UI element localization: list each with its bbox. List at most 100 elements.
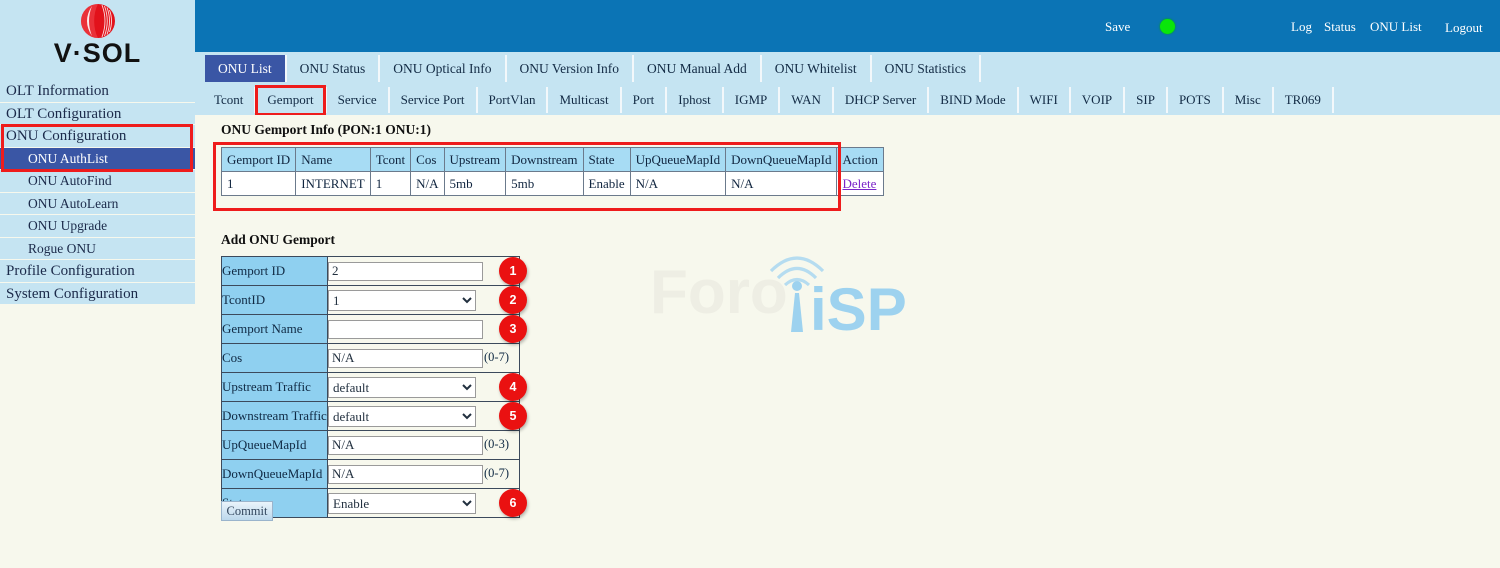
field-control-cell: default <box>328 402 520 431</box>
save-button[interactable]: Save <box>1105 19 1130 35</box>
sidebar-item-label: Profile Configuration <box>6 263 135 279</box>
field-control-cell: (0-7) <box>328 460 520 489</box>
sidebar-item-onu-authlist[interactable]: ONU AuthList <box>0 148 195 171</box>
header-link-log[interactable]: Log <box>1291 19 1312 35</box>
subtab-label: VOIP <box>1082 92 1112 108</box>
column-header: DownQueueMapId <box>726 148 837 172</box>
gemport-name-input[interactable] <box>328 320 483 339</box>
tab-onu-manual-add[interactable]: ONU Manual Add <box>634 55 762 82</box>
sidebar-item-olt-information[interactable]: OLT Information <box>0 80 195 103</box>
annotation-badge-3: 3 <box>499 315 527 343</box>
subtab-label: TR069 <box>1285 92 1321 108</box>
subtab-service-port[interactable]: Service Port <box>390 87 478 113</box>
commit-button[interactable]: Commit <box>221 501 273 521</box>
subtab-dhcp-server[interactable]: DHCP Server <box>834 87 929 113</box>
sidebar-item-label: Rogue ONU <box>28 241 96 256</box>
sidebar-item-label: ONU Upgrade <box>28 218 107 233</box>
upqueuemapid-input[interactable] <box>328 436 483 455</box>
subtab-iphost[interactable]: Iphost <box>667 87 724 113</box>
form-row: Cos (0-7) <box>222 344 520 373</box>
brand-logo-area: V·SOL <box>0 0 195 80</box>
subtab-portvlan[interactable]: PortVlan <box>478 87 549 113</box>
sidebar-item-onu-autolearn[interactable]: ONU AutoLearn <box>0 193 195 216</box>
subtab-misc[interactable]: Misc <box>1224 87 1274 113</box>
sidebar-item-label: OLT Information <box>6 83 109 99</box>
tab-onu-list[interactable]: ONU List <box>205 55 287 82</box>
subtab-gemport[interactable]: Gemport <box>256 87 326 113</box>
delete-link[interactable]: Delete <box>842 176 876 191</box>
tab-onu-version-info[interactable]: ONU Version Info <box>507 55 635 82</box>
subtab-igmp[interactable]: IGMP <box>724 87 781 113</box>
downstream-traffic-select[interactable]: default <box>328 406 476 427</box>
field-label: TcontID <box>222 286 328 315</box>
upstream-traffic-select[interactable]: default <box>328 377 476 398</box>
form-row: Gemport Name <box>222 315 520 344</box>
field-label: Downstream Traffic <box>222 402 328 431</box>
cell-name: INTERNET <box>296 172 371 196</box>
subtab-label: Misc <box>1235 92 1261 108</box>
annotation-badge-1: 1 <box>499 257 527 285</box>
sidebar-item-system-configuration[interactable]: System Configuration <box>0 283 195 306</box>
field-label: Gemport ID <box>222 257 328 286</box>
downqueuemapid-input[interactable] <box>328 465 483 484</box>
tab-onu-statistics[interactable]: ONU Statistics <box>872 55 981 82</box>
form-row: TcontID1 <box>222 286 520 315</box>
subtab-label: SIP <box>1136 92 1155 108</box>
tab-onu-status[interactable]: ONU Status <box>287 55 381 82</box>
field-control-cell: (0-7) <box>328 344 520 373</box>
subtab-label: PortVlan <box>489 92 536 108</box>
sidebar-item-label: ONU AutoLearn <box>28 196 118 211</box>
subtab-label: Service Port <box>401 92 465 108</box>
subtab-wifi[interactable]: WIFI <box>1019 87 1071 113</box>
column-header: Downstream <box>506 148 583 172</box>
subtab-sip[interactable]: SIP <box>1125 87 1168 113</box>
cell-action: Delete <box>837 172 883 196</box>
table-row: 1INTERNET1N/A5mb5mbEnableN/AN/ADelete <box>222 172 884 196</box>
subtab-multicast[interactable]: Multicast <box>548 87 621 113</box>
sidebar-item-onu-upgrade[interactable]: ONU Upgrade <box>0 215 195 238</box>
state-select[interactable]: EnableDisable <box>328 493 476 514</box>
sidebar-item-rogue-onu[interactable]: Rogue ONU <box>0 238 195 261</box>
annotation-badge-6: 6 <box>499 489 527 517</box>
header-link-onu-list[interactable]: ONU List <box>1370 19 1422 35</box>
column-header: Action <box>837 148 883 172</box>
sidebar-item-profile-configuration[interactable]: Profile Configuration <box>0 260 195 283</box>
annotation-badge-2: 2 <box>499 286 527 314</box>
subtab-bind-mode[interactable]: BIND Mode <box>929 87 1018 113</box>
secondary-tab-bar: TcontGemportService Service Port PortVlan M… <box>195 85 1500 115</box>
subtab-voip[interactable]: VOIP <box>1071 87 1125 113</box>
header-link-status[interactable]: Status <box>1324 19 1356 35</box>
subtab-pots[interactable]: POTS <box>1168 87 1224 113</box>
sidebar-item-onu-configuration[interactable]: ONU Configuration <box>0 125 195 148</box>
field-label: UpQueueMapId <box>222 431 328 460</box>
sidebar-item-onu-autofind[interactable]: ONU AutoFind <box>0 170 195 193</box>
foroisp-watermark: Foro iSP <box>650 235 920 335</box>
subtab-wan[interactable]: WAN <box>780 87 834 113</box>
vsol-ball-logo-icon <box>75 2 121 40</box>
tcontid-select[interactable]: 1 <box>328 290 476 311</box>
gemport-info-table: Gemport IDNameTcontCosUpstreamDownstream… <box>221 147 884 196</box>
field-label: Cos <box>222 344 328 373</box>
cell-down-queue-map-id: N/A <box>726 172 837 196</box>
cos-input[interactable] <box>328 349 483 368</box>
watermark-text-gray: Foro <box>650 258 788 327</box>
cell-cos: N/A <box>411 172 444 196</box>
subtab-service[interactable]: Service <box>327 87 390 113</box>
field-label: Gemport Name <box>222 315 328 344</box>
column-header: Name <box>296 148 371 172</box>
subtab-tr069[interactable]: TR069 <box>1274 87 1334 113</box>
tab-onu-optical-info[interactable]: ONU Optical Info <box>380 55 506 82</box>
form-row: UpQueueMapId(0-3) <box>222 431 520 460</box>
sidebar-item-olt-configuration[interactable]: OLT Configuration <box>0 103 195 126</box>
annotation-badge-4: 4 <box>499 373 527 401</box>
subtab-label: WAN <box>791 92 821 108</box>
subtab-label: BIND Mode <box>940 92 1005 108</box>
logout-button[interactable]: Logout <box>1445 20 1483 36</box>
field-range-hint: (0-7) <box>484 466 509 480</box>
subtab-tcont[interactable]: Tcont <box>203 87 256 113</box>
field-range-hint: (0-7) <box>484 350 509 364</box>
tab-onu-whitelist[interactable]: ONU Whitelist <box>762 55 872 82</box>
add-section-title: Add ONU Gemport <box>221 232 335 248</box>
gemport-id-input[interactable] <box>328 262 483 281</box>
subtab-port[interactable]: Port <box>622 87 668 113</box>
